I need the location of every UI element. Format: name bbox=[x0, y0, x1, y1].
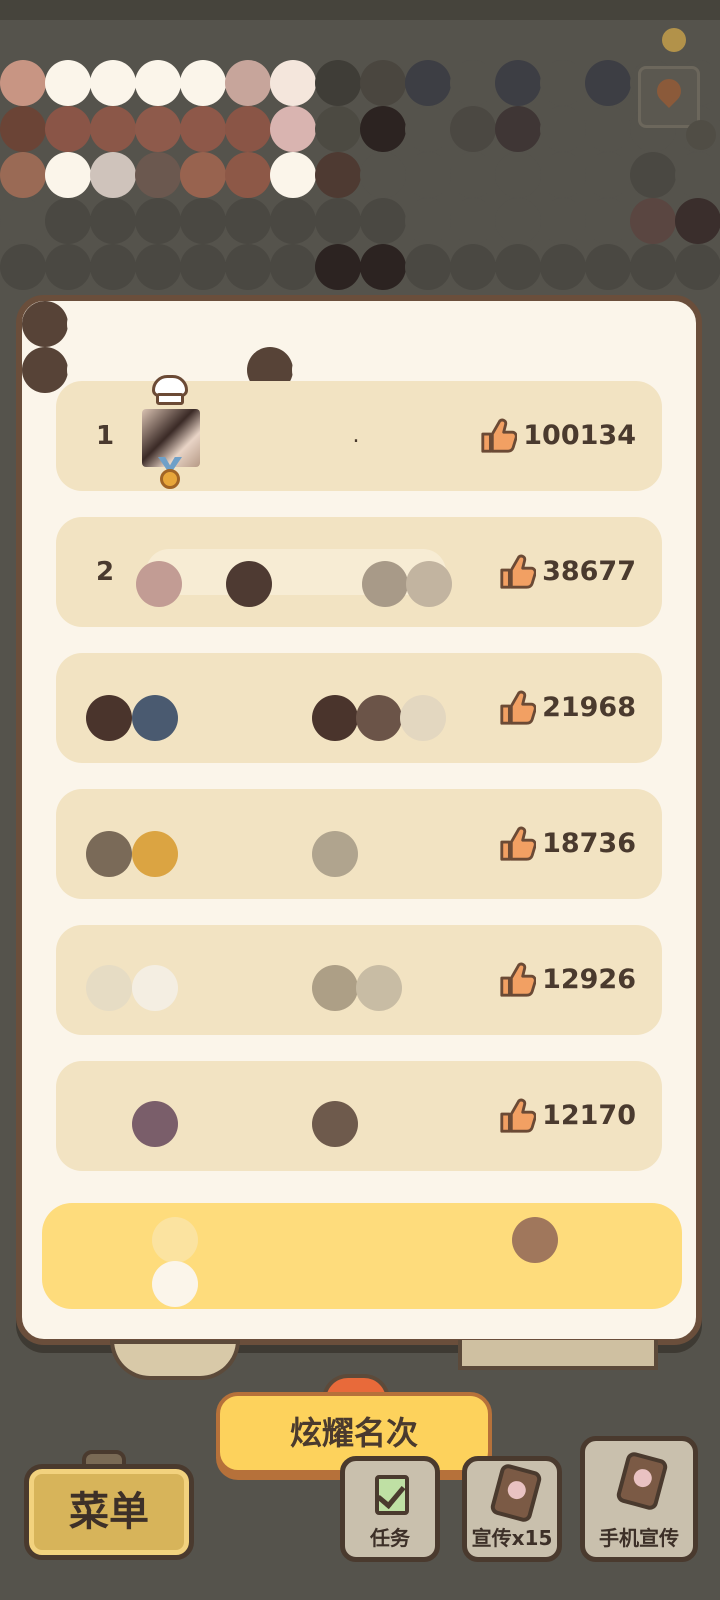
phone-promote-button[interactable]: 手机宣传 bbox=[580, 1436, 698, 1562]
thumbs-up-icon bbox=[500, 962, 537, 997]
table-decoration bbox=[458, 1340, 658, 1370]
like-count-value: 38677 bbox=[542, 556, 636, 587]
leaderboard-row[interactable]: 18736 bbox=[56, 789, 662, 899]
chef-hat-icon bbox=[148, 375, 192, 409]
player-name bbox=[206, 653, 506, 763]
phone-icon bbox=[488, 1462, 544, 1524]
promote-label: 宣传x15 bbox=[471, 1526, 553, 1550]
leaderboard-row[interactable]: 1 . 100134 bbox=[56, 375, 662, 491]
player-name: . bbox=[352, 423, 360, 448]
leaderboard-row[interactable]: 21968 bbox=[56, 653, 662, 763]
thumbs-up-icon bbox=[500, 554, 537, 589]
gold-medal-icon bbox=[156, 457, 184, 491]
menu-button[interactable]: 菜单 bbox=[24, 1464, 194, 1560]
like-count-value: 21968 bbox=[542, 692, 636, 723]
obscured-header bbox=[0, 60, 720, 290]
like-count: 100134 bbox=[479, 381, 636, 491]
player-name bbox=[206, 925, 506, 1035]
leaderboard-row[interactable]: 12926 bbox=[56, 925, 662, 1035]
like-count: 21968 bbox=[498, 653, 636, 763]
thumbs-up-icon bbox=[500, 690, 537, 725]
like-count: 38677 bbox=[498, 517, 636, 627]
rank-number: 1 bbox=[96, 421, 115, 451]
task-label: 任务 bbox=[370, 1526, 410, 1550]
promote-button[interactable]: 宣传x15 bbox=[462, 1456, 562, 1562]
task-button[interactable]: 任务 bbox=[340, 1456, 440, 1562]
phone-icon bbox=[614, 1450, 670, 1512]
status-bar bbox=[0, 0, 720, 20]
like-count-value: 100134 bbox=[523, 420, 636, 451]
thumbs-up-icon bbox=[500, 1098, 537, 1133]
phone-promote-label: 手机宣传 bbox=[599, 1526, 679, 1550]
player-name bbox=[206, 1061, 506, 1171]
thumbs-up-icon bbox=[500, 826, 537, 861]
leaderboard-row[interactable]: 2 38677 bbox=[56, 517, 662, 627]
cooking-pot-decoration bbox=[110, 1340, 240, 1380]
thumbs-up-icon bbox=[481, 418, 518, 453]
my-rank-row[interactable] bbox=[42, 1203, 682, 1309]
like-count-value: 12926 bbox=[542, 964, 636, 995]
obscured-panel-header bbox=[22, 301, 696, 439]
like-count: 18736 bbox=[498, 789, 636, 899]
player-name bbox=[206, 789, 506, 899]
leaderboard-row[interactable]: 12170 bbox=[56, 1061, 662, 1171]
rank-number: 2 bbox=[96, 557, 115, 587]
like-count: 12170 bbox=[498, 1061, 636, 1171]
like-count-value: 18736 bbox=[542, 828, 636, 859]
flower-decoration-icon bbox=[662, 28, 686, 52]
leaderboard-panel: 1 . 100134 2 38677 21968 18736 12926 121… bbox=[16, 295, 702, 1345]
player-name bbox=[206, 517, 506, 627]
like-count: 12926 bbox=[498, 925, 636, 1035]
map-icon[interactable] bbox=[638, 66, 700, 128]
side-button[interactable] bbox=[686, 120, 716, 150]
like-count-value: 12170 bbox=[542, 1100, 636, 1131]
map-pin-icon bbox=[652, 74, 686, 108]
